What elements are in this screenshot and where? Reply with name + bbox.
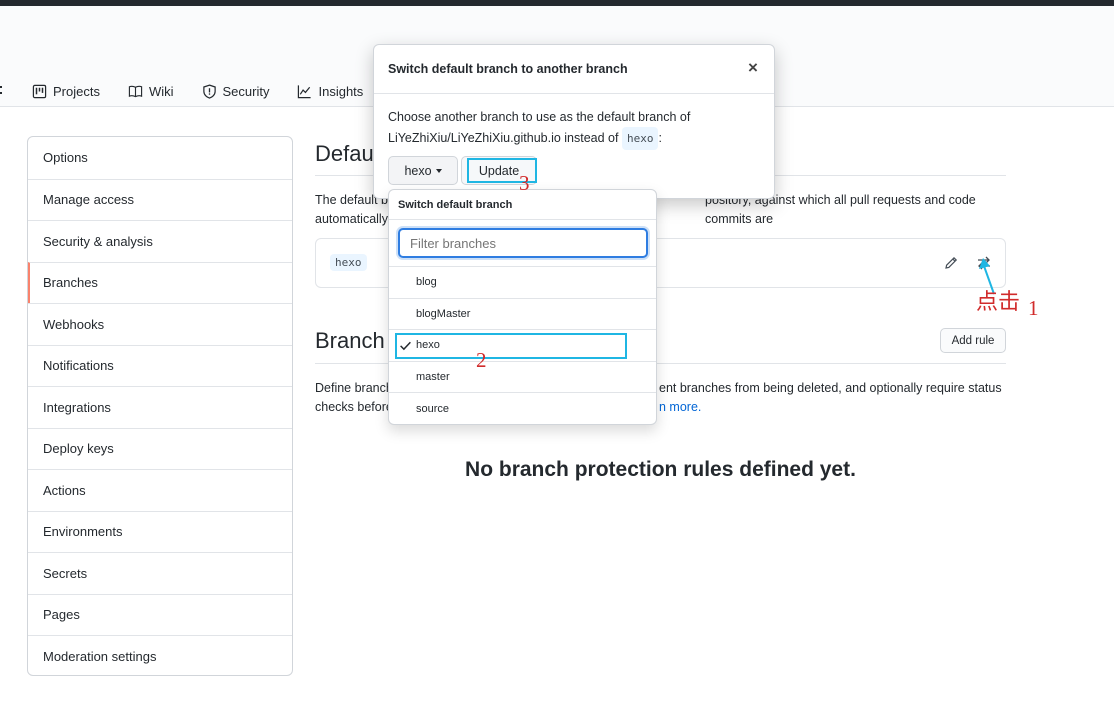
sidebar-item-label: Deploy keys: [43, 441, 114, 457]
sidebar-item-moderation-settings[interactable]: Moderation settings: [28, 635, 292, 675]
annotation-number-2: 2: [476, 348, 487, 372]
book-icon: [128, 85, 143, 97]
sidebar-item-secrets[interactable]: Secrets: [28, 552, 292, 594]
shield-icon: [202, 83, 216, 99]
dialog-header: Switch default branch to another branch …: [374, 45, 774, 94]
sidebar-item-manage-access[interactable]: Manage access: [28, 178, 292, 221]
colon-text: :: [658, 131, 662, 145]
tab-security[interactable]: Security: [202, 83, 270, 99]
desc-left-line2: checks before: [315, 400, 393, 414]
default-branch-title: Defau: [315, 141, 374, 166]
branch-item-master[interactable]: master: [389, 362, 656, 393]
tab-insights[interactable]: Insights: [297, 84, 363, 99]
graph-icon: [298, 84, 312, 98]
repo-tabs: Projects Wiki Security Insights: [0, 76, 391, 106]
tab-label: Wiki: [148, 83, 174, 99]
sidebar-item-actions[interactable]: Actions: [28, 469, 292, 511]
learn-more-link[interactable]: n more.: [659, 398, 701, 417]
annotation-number-1: 1: [1028, 296, 1039, 320]
sidebar-item-options[interactable]: Options: [28, 137, 292, 179]
add-rule-button[interactable]: Add rule: [940, 328, 1006, 353]
branch-dropdown-menu: Switch default branch blog blogMaster he…: [388, 189, 657, 425]
tab-label: Insights: [318, 83, 364, 99]
highlight-box-hexo: [395, 333, 627, 359]
sidebar-item-environments[interactable]: Environments: [28, 510, 292, 553]
desc-left-line1: Define branch: [315, 381, 393, 395]
caret-down-icon: [435, 168, 442, 173]
desc-left-line2: automatically: [315, 212, 388, 226]
branch-item-blogmaster[interactable]: blogMaster: [389, 299, 656, 330]
repo-name-text: LiYeZhiXiu/LiYeZhiXiu.github.io instead …: [388, 131, 619, 145]
tab-label: Projects: [53, 83, 100, 99]
branch-protection-title: Branch: [315, 328, 385, 353]
sidebar-item-label: Secrets: [43, 565, 88, 581]
settings-sidebar: Options Manage access Security & analysi…: [27, 136, 293, 676]
default-branch-label: hexo: [330, 254, 367, 271]
branch-item-source[interactable]: source: [389, 393, 656, 424]
sidebar-item-label: Actions: [43, 482, 86, 498]
tab-label: Security: [222, 83, 270, 99]
dialog-text-line2: LiYeZhiXiu/LiYeZhiXiu.github.io instead …: [388, 127, 760, 150]
dialog-title: Switch default branch to another branch: [388, 62, 628, 76]
sidebar-item-label: Environments: [43, 524, 123, 540]
annotation-number-3: 3: [519, 171, 530, 195]
desc-right-line1: ent branches from being deleted, and opt…: [659, 381, 1002, 395]
close-icon[interactable]: ×: [746, 59, 760, 76]
sidebar-item-label: Moderation settings: [43, 648, 157, 664]
branch-name: blog: [416, 276, 437, 289]
tab-cut-off: [0, 83, 6, 100]
sidebar-item-integrations[interactable]: Integrations: [28, 386, 292, 428]
sidebar-item-notifications[interactable]: Notifications: [28, 344, 292, 387]
branch-select-button[interactable]: hexo: [388, 156, 458, 185]
annotation-click-text: 点击: [976, 289, 1021, 314]
sidebar-item-label: Branches: [43, 275, 98, 291]
current-branch-label: hexo: [621, 127, 659, 150]
dialog-body: Choose another branch to use as the defa…: [374, 94, 774, 164]
sidebar-item-label: Webhooks: [43, 316, 105, 332]
branch-select-label: hexo: [404, 163, 432, 178]
project-icon: [32, 84, 47, 98]
branch-name: blogMaster: [416, 307, 471, 320]
sidebar-item-label: Manage access: [43, 192, 135, 208]
dropdown-filter: [389, 220, 656, 267]
branch-name: source: [416, 402, 450, 415]
sidebar-item-pages[interactable]: Pages: [28, 593, 292, 636]
sidebar-item-label: Security & analysis: [43, 233, 153, 249]
sidebar-item-deploy-keys[interactable]: Deploy keys: [28, 427, 292, 470]
branch-item-blog[interactable]: blog: [389, 267, 656, 299]
sidebar-item-label: Pages: [43, 607, 80, 623]
pencil-icon[interactable]: [943, 255, 959, 271]
blankslate-heading: No branch protection rules defined yet.: [465, 458, 856, 481]
tab-projects[interactable]: Projects: [32, 84, 100, 99]
filter-branches-input[interactable]: [398, 228, 648, 258]
tab-wiki[interactable]: Wiki: [128, 84, 174, 99]
switch-branch-dialog: Switch default branch to another branch …: [373, 44, 775, 199]
sidebar-item-branches[interactable]: Branches: [28, 261, 292, 303]
branch-name: master: [416, 370, 450, 383]
sidebar-item-label: Integrations: [43, 399, 111, 415]
sidebar-item-label: Notifications: [43, 358, 114, 374]
sidebar-item-security-analysis[interactable]: Security & analysis: [28, 220, 292, 262]
dialog-text-line1: Choose another branch to use as the defa…: [388, 110, 691, 124]
sidebar-item-label: Options: [43, 150, 88, 166]
sidebar-item-webhooks[interactable]: Webhooks: [28, 303, 292, 345]
